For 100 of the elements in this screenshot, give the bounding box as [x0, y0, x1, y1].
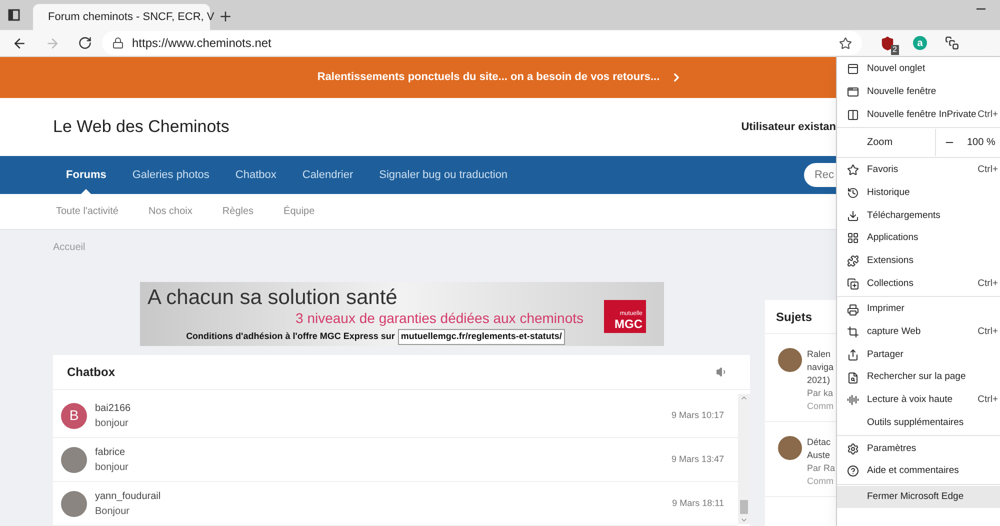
collections-icon: [847, 278, 859, 290]
menu-item[interactable]: capture Web Ctrl+: [837, 320, 1000, 344]
menu-item[interactable]: Aide et commentaires: [837, 460, 1000, 483]
topic-title[interactable]: Ralen: [807, 348, 834, 361]
zoom-label: Zoom: [866, 136, 894, 150]
photo-placeholder: [61, 446, 87, 472]
search-button[interactable]: Rec: [804, 163, 836, 187]
favorite-add-icon[interactable]: [839, 36, 852, 50]
shield-icon[interactable]: [880, 36, 895, 50]
user-menu-link[interactable]: Utilisateur existan: [741, 118, 836, 136]
logo-text: MGC: [614, 318, 642, 330]
grid-icon: [847, 232, 859, 244]
window-icon: [847, 86, 859, 98]
menu-item[interactable]: Collections Ctrl+: [837, 272, 1000, 296]
puzzle-icon: [847, 255, 859, 268]
menu-item-label: Nouvelle fenêtre: [867, 84, 936, 99]
username[interactable]: fabrice: [95, 444, 128, 460]
subnav-link[interactable]: Nos choix: [148, 204, 192, 219]
menu-item-label: Nouvelle fenêtre InPrivate: [867, 108, 976, 122]
scroll-thumb[interactable]: [740, 500, 748, 514]
menu-item-label: Téléchargements: [867, 208, 940, 223]
menu-item[interactable]: Historique: [837, 182, 1000, 204]
zoom-value: 100 %: [967, 136, 996, 150]
nav-tab[interactable]: Signaler bug ou traduction: [366, 156, 521, 194]
menu-item[interactable]: Paramètres: [837, 437, 1000, 460]
page-search-icon: [847, 372, 859, 384]
menu-item-label: Collections: [867, 276, 914, 291]
nav-tab[interactable]: Calendrier: [289, 156, 366, 194]
menu-item[interactable]: Favoris Ctrl+: [837, 159, 1000, 182]
menu-item-label: capture Web: [867, 325, 921, 340]
menu-item[interactable]: Outils supplémentaires: [837, 412, 1000, 434]
topic-title[interactable]: Détac: [807, 436, 836, 449]
tab-icon: [847, 63, 859, 76]
scroll-up-icon[interactable]: [740, 394, 748, 402]
collections-icon[interactable]: [945, 36, 959, 50]
printer-icon: [847, 304, 859, 316]
menu-item-label: Rechercher sur la page: [867, 370, 966, 384]
scroll-down-icon[interactable]: [740, 516, 748, 524]
address-field[interactable]: https://www.cheminots.net: [102, 31, 862, 55]
message-time: 9 Mars 10:17: [671, 408, 724, 422]
message-time: 9 Mars 13:47: [671, 452, 724, 466]
avatar: B: [61, 402, 87, 428]
topic-author: Par Ra: [807, 462, 836, 475]
message-text: Bonjour: [95, 504, 130, 518]
menu-item[interactable]: Applications: [837, 227, 1000, 250]
username[interactable]: yann_foudurail: [95, 488, 161, 504]
menu-item-label: Imprimer: [867, 302, 904, 316]
username[interactable]: bai2166: [95, 400, 131, 416]
menu-item[interactable]: Rechercher sur la page: [837, 366, 1000, 389]
ad-link[interactable]: mutuellemgc.fr/reglements-et-statuts/: [398, 329, 565, 344]
shortcut-text: Ctrl+: [978, 276, 998, 291]
banner-text: Ralentissements ponctuels du site... on a besoin de vos retours...: [317, 70, 660, 86]
menu-item[interactable]: Téléchargements: [837, 204, 1000, 228]
history-icon: [847, 187, 859, 200]
menu-item[interactable]: Extensions: [837, 250, 1000, 272]
photo-placeholder: [778, 348, 802, 372]
lock-icon: [112, 37, 124, 49]
star-icon: [847, 164, 859, 176]
photo-placeholder: [61, 490, 87, 516]
settings-icon: [847, 442, 859, 455]
chatbox-title: Chatbox: [67, 364, 115, 381]
back-icon[interactable]: [12, 36, 27, 50]
audio-icon: [847, 394, 859, 406]
nav-tab[interactable]: Galeries photos: [119, 156, 222, 194]
topic-title[interactable]: Auste: [807, 449, 836, 462]
message-text: bonjour: [95, 416, 130, 430]
crop-icon: [847, 326, 859, 338]
menu-item-label: Partager: [867, 348, 904, 362]
topic-meta: Comm: [807, 475, 834, 488]
photo-placeholder: [778, 436, 802, 460]
nav-tab[interactable]: Chatbox: [222, 156, 290, 194]
scrollbar[interactable]: [738, 394, 750, 524]
sidebar-title: Sujets: [776, 308, 812, 326]
topic-author: Par ka: [807, 387, 834, 400]
menu-item[interactable]: Partager: [837, 344, 1000, 366]
menu-item-label: Favoris: [867, 163, 898, 178]
url-text: https://www.cheminots.net: [132, 35, 272, 52]
menu-item-label: Aide et commentaires: [867, 464, 959, 478]
download-icon: [847, 210, 859, 222]
shortcut-text: Ctrl+: [978, 325, 998, 340]
extension-badge: 2: [890, 44, 899, 54]
menu-item[interactable]: Nouvelle fenêtre InPrivate Ctrl+: [837, 103, 1000, 126]
menu-item[interactable]: Fermer Microsoft Edge: [837, 486, 1000, 508]
menu-item-label: Paramètres: [867, 442, 916, 456]
menu-item-label: Outils supplémentaires: [867, 416, 964, 430]
speaker-icon[interactable]: [716, 366, 728, 378]
topic-title[interactable]: naviga: [807, 361, 834, 374]
new-tab-icon[interactable]: [218, 9, 233, 24]
subnav-link[interactable]: Toute l'activité: [56, 204, 118, 219]
menu-item[interactable]: Nouvel onglet: [837, 58, 1000, 81]
subnav-link[interactable]: Équipe: [284, 204, 315, 219]
subnav-link[interactable]: Règles: [222, 204, 254, 219]
site-title[interactable]: Le Web des Cheminots: [53, 114, 230, 140]
tab-actions-icon[interactable]: [8, 9, 20, 21]
menu-item[interactable]: Lecture à voix haute Ctrl+: [837, 388, 1000, 412]
topic-title[interactable]: 2021): [807, 374, 834, 387]
reload-icon[interactable]: [78, 36, 92, 50]
menu-item[interactable]: Imprimer: [837, 298, 1000, 321]
menu-item-label: Applications: [867, 231, 918, 246]
share-icon: [847, 348, 859, 361]
